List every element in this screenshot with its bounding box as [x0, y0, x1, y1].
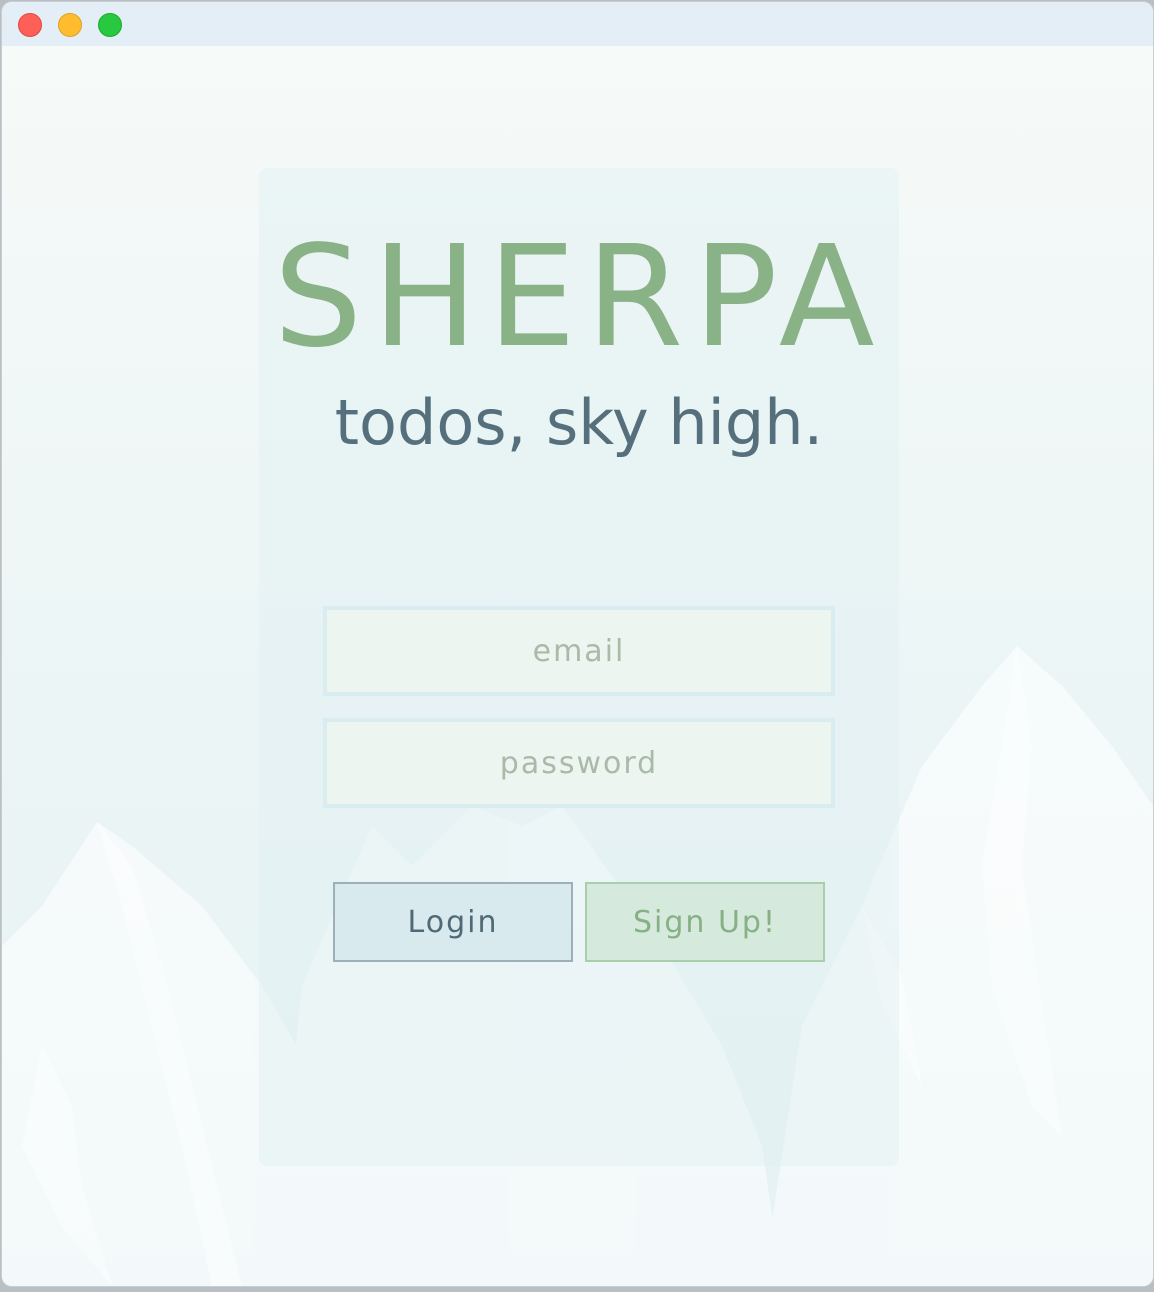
minimize-window-button[interactable]: [58, 13, 82, 37]
tagline: todos, sky high.: [334, 386, 824, 459]
password-field[interactable]: [323, 718, 835, 808]
app-logo: SHERPA: [273, 216, 885, 379]
sign-up-button[interactable]: Sign Up!: [585, 882, 825, 962]
login-card: SHERPA todos, sky high. Login Sign Up!: [259, 168, 899, 1166]
close-window-button[interactable]: [18, 13, 42, 37]
email-field[interactable]: [323, 606, 835, 696]
login-screen: SHERPA todos, sky high. Login Sign Up!: [2, 46, 1153, 1286]
app-window: SHERPA todos, sky high. Login Sign Up!: [2, 2, 1153, 1286]
maximize-window-button[interactable]: [98, 13, 122, 37]
title-bar[interactable]: [2, 2, 1153, 46]
login-button[interactable]: Login: [333, 882, 573, 962]
